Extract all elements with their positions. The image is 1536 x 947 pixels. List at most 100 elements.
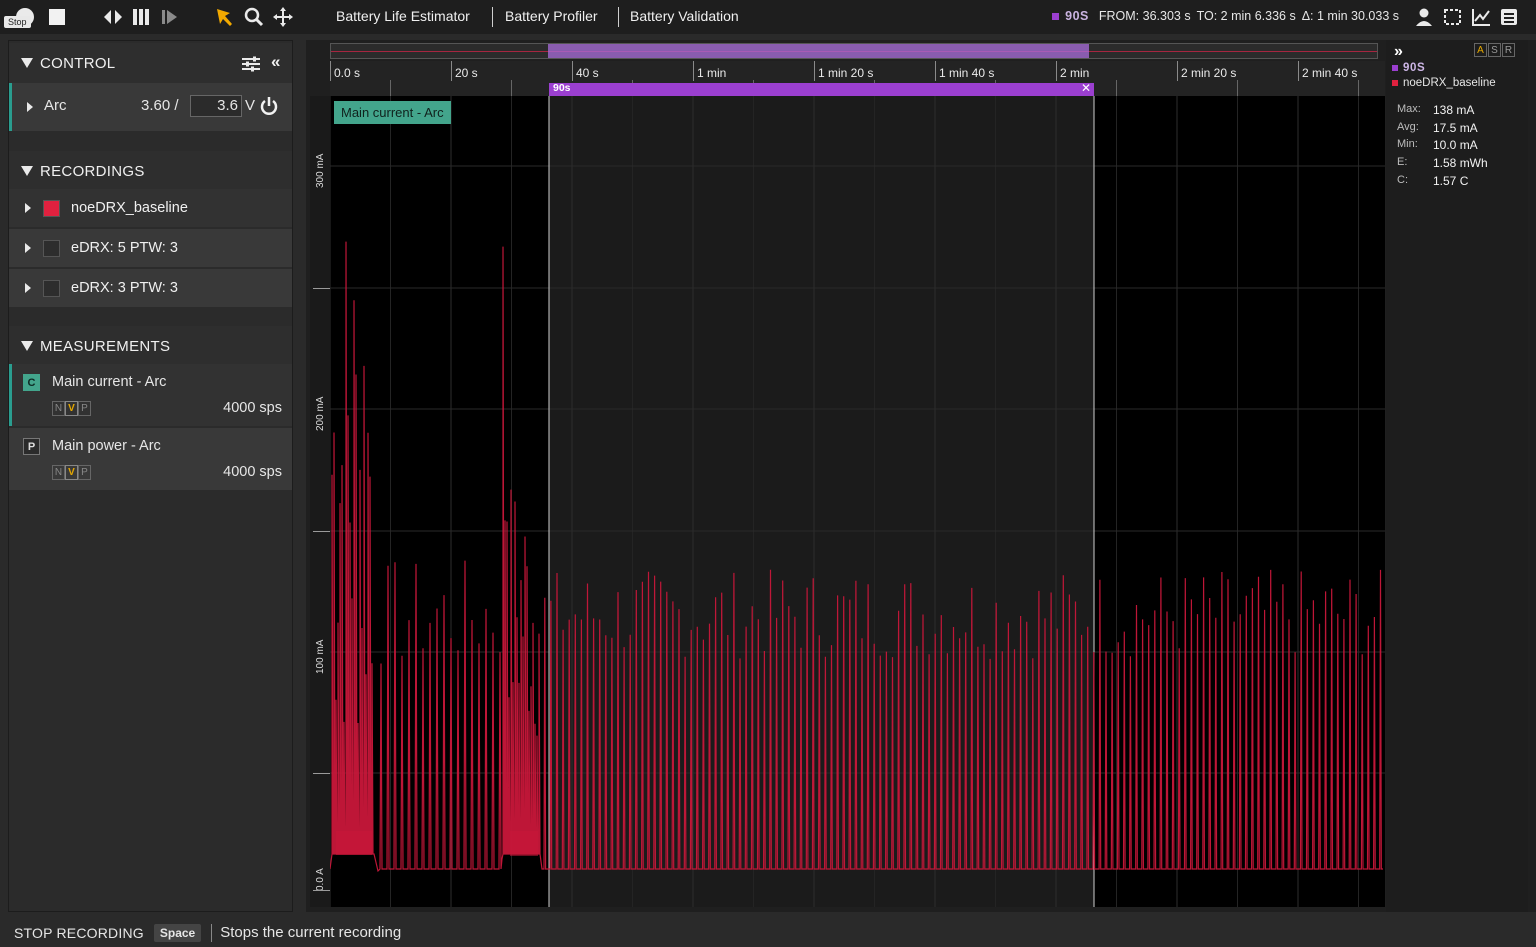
trace-label: Main current - Arc [334, 101, 451, 124]
stat-max: Max: 138 mA [1397, 103, 1474, 117]
nvp-toggle-p[interactable]: P [78, 465, 91, 480]
list-icon [1501, 9, 1517, 25]
recordings-title: RECORDINGS [40, 162, 145, 180]
power-icon[interactable] [259, 96, 279, 116]
nvp-toggle-v[interactable]: V [65, 465, 78, 480]
recording-item[interactable]: noeDRX_baseline [9, 189, 292, 227]
sample-rate: 4000 sps [223, 464, 282, 480]
recording-item[interactable]: eDRX: 5 PTW: 3 [9, 229, 292, 267]
toolbar-divider [492, 7, 493, 27]
plot-area[interactable] [330, 96, 1385, 907]
voltage-input[interactable]: 3.6 [190, 95, 242, 117]
stat-avg: Avg: 17.5 mA [1397, 121, 1478, 135]
power-channel-badge: P [23, 438, 40, 455]
control-section-header[interactable]: CONTROL « [9, 43, 292, 83]
selection-readout: 90S FROM: 36.303 s TO: 2 min 6.336 s Δ: … [1052, 9, 1399, 23]
asr-toggle-s[interactable]: S [1488, 43, 1501, 57]
device-row[interactable]: Arc 3.60 / 3.6 V [9, 83, 292, 131]
overview-scrollbar[interactable] [330, 43, 1378, 59]
selection-mode-button[interactable] [1442, 5, 1464, 29]
x-tick-label: 2 min 40 s [1302, 66, 1358, 80]
expand-triangle-icon [25, 203, 31, 213]
y-tick-label: 300 mA [315, 153, 326, 188]
nvp-toggle-n[interactable]: N [52, 401, 65, 416]
x-minor-tick [511, 80, 512, 96]
collapse-sidebar-icon[interactable]: « [271, 52, 281, 72]
selection-from: FROM: 36.303 s [1098, 9, 1191, 23]
recording-label: eDRX: 5 PTW: 3 [71, 240, 178, 256]
account-button[interactable] [1413, 5, 1435, 29]
asr-toggle-a[interactable]: A [1474, 43, 1487, 57]
recording-color-swatch[interactable] [43, 239, 60, 257]
nvp-toggle-n[interactable]: N [52, 465, 65, 480]
legend-swatch [1392, 65, 1398, 71]
fit-width-button[interactable] [102, 5, 124, 29]
overview-window[interactable] [548, 44, 1089, 58]
nvp-toggle-v[interactable]: V [65, 401, 78, 416]
x-tick-label: 1 min [697, 66, 727, 80]
device-name: Arc [44, 97, 67, 114]
battery-validation-link[interactable]: Battery Validation [630, 8, 739, 24]
recording-label: noeDRX_baseline [71, 200, 188, 216]
x-tick-mark [451, 61, 452, 81]
asr-toggle-r[interactable]: R [1502, 43, 1515, 57]
battery-profiler-link[interactable]: Battery Profiler [505, 8, 598, 24]
cursor-arrow-icon [217, 9, 232, 26]
legend-item-recording: noeDRX_baseline [1392, 77, 1496, 89]
waveform-chart [330, 96, 1385, 907]
recording-color-swatch[interactable] [43, 199, 60, 217]
menu-button[interactable] [1498, 5, 1520, 29]
x-tick-mark [693, 61, 694, 81]
legend-item-selection: 90S [1392, 62, 1425, 74]
measurement-item[interactable]: C Main current - Arc N V P 4000 sps [9, 364, 292, 426]
pan-tool-button[interactable] [272, 5, 294, 29]
settings-sliders-icon[interactable] [241, 55, 261, 73]
asr-toggle-group: A S R [1474, 43, 1515, 57]
x-minor-tick [1358, 80, 1359, 96]
x-tick-label: 20 s [455, 66, 478, 80]
recording-color-swatch[interactable] [43, 279, 60, 297]
stop-icon [49, 9, 65, 25]
stat-value: 17.5 mA [1433, 121, 1478, 135]
recording-item[interactable]: eDRX: 3 PTW: 3 [9, 269, 292, 307]
expand-panel-icon[interactable]: » [1394, 43, 1403, 61]
zoom-tool-button[interactable] [243, 5, 265, 29]
columns-icon [133, 9, 149, 25]
nvp-toggle-p[interactable]: P [78, 401, 91, 416]
selection-band-label: 90s [553, 82, 571, 94]
recording-label: eDRX: 3 PTW: 3 [71, 280, 178, 296]
stat-value: 1.57 C [1433, 174, 1469, 188]
measurements-section-header[interactable]: MEASUREMENTS [9, 326, 292, 366]
recordings-section-header[interactable]: RECORDINGS [9, 151, 292, 191]
x-tick-label: 40 s [576, 66, 599, 80]
status-bar: STOP RECORDING Space Stops the current r… [0, 918, 1536, 947]
magnifier-icon [244, 7, 264, 27]
x-minor-tick [390, 80, 391, 96]
measurement-item[interactable]: P Main power - Arc N V P 4000 sps [9, 428, 292, 490]
stop-button[interactable] [46, 5, 68, 29]
jump-end-button[interactable] [158, 5, 180, 29]
nvp-toggle-group: N V P [52, 465, 91, 480]
y-tick-mark [313, 890, 330, 891]
status-divider [211, 923, 213, 942]
x-tick-mark [814, 61, 815, 81]
status-action: STOP RECORDING [14, 924, 144, 941]
selection-tag: 90S [1065, 9, 1089, 23]
stop-tooltip: Stop [4, 16, 31, 28]
stat-key: C: [1397, 174, 1408, 186]
battery-life-estimator-link[interactable]: Battery Life Estimator [336, 8, 470, 24]
y-tick-label: 0.0 A [315, 868, 326, 891]
x-tick-mark [1177, 61, 1178, 81]
chart-button[interactable] [1470, 5, 1492, 29]
collapse-triangle-icon [21, 341, 33, 351]
stat-min: Min: 10.0 mA [1397, 138, 1478, 152]
selection-band[interactable]: 90s ✕ [549, 81, 1094, 96]
pointer-tool-button[interactable] [214, 5, 236, 29]
y-tick-mark [313, 773, 330, 774]
y-tick-label: 200 mA [315, 396, 326, 431]
sidebar: CONTROL « Arc 3.60 / 3.6 V RECORDINGS no… [8, 40, 293, 912]
x-tick-label: 2 min [1060, 66, 1090, 80]
legend-label: noeDRX_baseline [1403, 77, 1496, 89]
close-selection-icon[interactable]: ✕ [1081, 81, 1091, 95]
columns-button[interactable] [130, 5, 152, 29]
